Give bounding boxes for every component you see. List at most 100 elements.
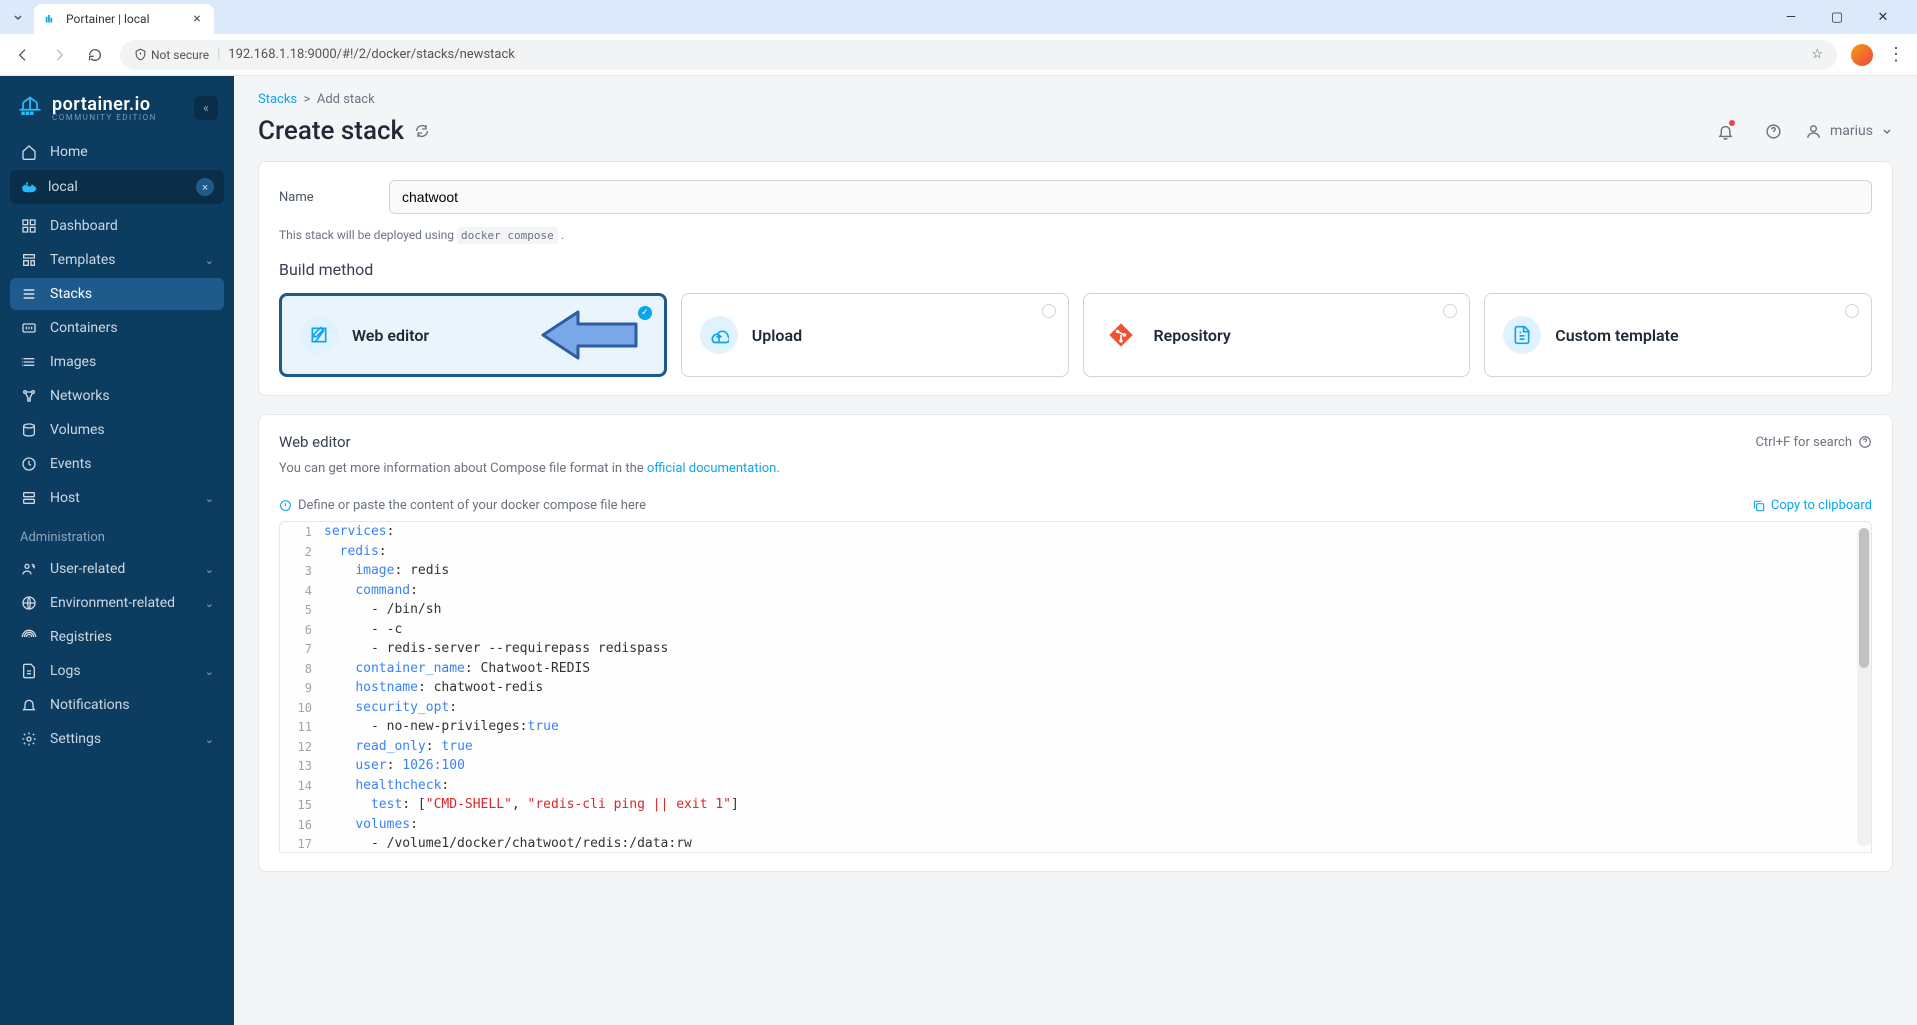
build-option-upload[interactable]: Upload	[681, 293, 1069, 377]
build-option-custom-template[interactable]: Custom template	[1484, 293, 1872, 377]
editor-placeholder-hint: Define or paste the content of your dock…	[279, 498, 646, 513]
sidebar-item-notifications[interactable]: Notifications	[10, 689, 224, 721]
tab-title: Portainer | local	[66, 12, 150, 26]
code-line: 16 volumes:	[280, 815, 1871, 835]
env-icon	[20, 595, 38, 611]
app: portainer.io COMMUNITY EDITION « Home lo…	[0, 76, 1917, 1025]
sidebar-item-label: Home	[50, 144, 88, 160]
sidebar-item-label: Environment-related	[50, 595, 175, 611]
sidebar-item-label: Networks	[50, 388, 110, 404]
back-button[interactable]	[12, 44, 34, 66]
notification-bell-icon[interactable]	[1709, 115, 1741, 147]
sidebar-item-label: Containers	[50, 320, 118, 336]
user-name: marius	[1830, 123, 1873, 139]
sidebar-item-logs[interactable]: Logs⌄	[10, 655, 224, 687]
url-input[interactable]: Not secure | 192.168.1.18:9000/#!/2/dock…	[120, 40, 1837, 70]
sidebar-item-label: Images	[50, 354, 96, 370]
gear-icon	[20, 731, 38, 747]
logo-text: portainer.io	[52, 94, 157, 115]
code-line: 9 hostname: chatwoot-redis	[280, 678, 1871, 698]
kebab-menu-icon[interactable]: ⋮	[1887, 44, 1905, 65]
sidebar-item-networks[interactable]: Networks	[10, 380, 224, 412]
chevron-down-icon	[1881, 125, 1893, 137]
breadcrumb-current: Add stack	[317, 92, 375, 107]
breadcrumb-root[interactable]: Stacks	[258, 92, 297, 107]
sidebar-item-containers[interactable]: Containers	[10, 312, 224, 344]
networks-icon	[20, 388, 38, 404]
sidebar-item-registries[interactable]: Registries	[10, 621, 224, 653]
events-icon	[20, 456, 38, 472]
code-line: 1services:	[280, 522, 1871, 542]
build-option-repository[interactable]: Repository	[1083, 293, 1471, 377]
sidebar-item-templates[interactable]: Templates⌄	[10, 244, 224, 276]
template-icon	[1503, 316, 1541, 354]
help-icon[interactable]	[1757, 115, 1789, 147]
stack-name-input[interactable]	[389, 180, 1872, 214]
chevron-down-icon: ⌄	[205, 597, 214, 610]
templates-icon	[20, 252, 38, 268]
profile-avatar[interactable]	[1851, 44, 1873, 66]
dashboard-icon	[20, 218, 38, 234]
close-window-button[interactable]: ✕	[1869, 10, 1897, 25]
sidebar-item-stacks[interactable]: Stacks	[10, 278, 224, 310]
deploy-hint: This stack will be deployed using docker…	[279, 228, 1872, 242]
sidebar-section-administration: Administration	[10, 516, 224, 553]
sidebar-item-images[interactable]: Images	[10, 346, 224, 378]
sidebar-collapse-button[interactable]: «	[194, 96, 218, 120]
forward-button[interactable]	[48, 44, 70, 66]
browser-tab[interactable]: Portainer | local ×	[34, 4, 214, 34]
sidebar-item-volumes[interactable]: Volumes	[10, 414, 224, 446]
sidebar-item-label: Volumes	[50, 422, 105, 438]
radio-selected-icon: ✓	[638, 306, 652, 320]
editor-scrollbar[interactable]	[1857, 528, 1871, 846]
radio-icon	[1443, 304, 1457, 318]
code-editor[interactable]: 1services:2 redis:3 image: redis4 comman…	[279, 521, 1872, 853]
environment-badge[interactable]: local ×	[10, 170, 224, 204]
sidebar-item-host[interactable]: Host⌄	[10, 482, 224, 514]
stacks-icon	[20, 286, 38, 302]
chevron-down-icon: ⌄	[205, 492, 214, 505]
sidebar-item-user-related[interactable]: User-related ⌄	[10, 553, 224, 585]
close-icon[interactable]: ×	[190, 12, 204, 26]
main-content: Stacks > Add stack Create stack	[234, 76, 1917, 1025]
annotation-arrow-icon	[538, 310, 638, 360]
sidebar-item-settings[interactable]: Settings⌄	[10, 723, 224, 755]
tab-favicon-icon	[44, 12, 58, 26]
sidebar-item-events[interactable]: Events	[10, 448, 224, 480]
user-menu[interactable]: marius	[1805, 123, 1893, 140]
build-option-web-editor[interactable]: Web editor ✓	[279, 293, 667, 377]
build-method-options: Web editor ✓ Upload	[279, 293, 1872, 377]
logo: portainer.io COMMUNITY EDITION «	[10, 90, 224, 136]
minimize-button[interactable]: —	[1777, 10, 1805, 25]
host-icon	[20, 490, 38, 506]
chevron-down-icon: ⌄	[205, 563, 214, 576]
docs-link[interactable]: official documentation	[647, 461, 776, 476]
env-close-icon[interactable]: ×	[196, 178, 214, 196]
maximize-button[interactable]: ▢	[1823, 10, 1851, 25]
reg-icon	[20, 629, 38, 645]
home-icon	[20, 144, 38, 160]
tab-list-dropdown[interactable]	[8, 7, 28, 27]
bookmark-star-icon[interactable]: ☆	[1811, 47, 1823, 62]
containers-icon	[20, 320, 38, 336]
code-line: 11 - no-new-privileges:true	[280, 717, 1871, 737]
chevron-down-icon: ⌄	[205, 254, 214, 267]
page-header: Create stack marius	[258, 115, 1893, 147]
code-line: 15 test: ["CMD-SHELL", "redis-cli ping |…	[280, 795, 1871, 815]
sidebar-item-home[interactable]: Home	[10, 136, 224, 168]
url-text: 192.168.1.18:9000/#!/2/docker/stacks/new…	[228, 47, 515, 62]
sidebar-item-label: User-related	[50, 561, 125, 577]
reload-button[interactable]	[84, 44, 106, 66]
sidebar-item-dashboard[interactable]: Dashboard	[10, 210, 224, 242]
code-line: 2 redis:	[280, 542, 1871, 562]
sidebar-item-environment-related[interactable]: Environment-related ⌄	[10, 587, 224, 619]
code-line: 8 container_name: Chatwoot-REDIS	[280, 659, 1871, 679]
user-icon	[20, 561, 38, 577]
web-editor-icon	[300, 316, 338, 354]
refresh-icon[interactable]	[414, 123, 430, 139]
copy-to-clipboard-button[interactable]: Copy to clipboard	[1752, 498, 1872, 513]
editor-title: Web editor	[279, 433, 351, 451]
stack-form-card: Name This stack will be deployed using d…	[258, 161, 1893, 396]
url-bar: Not secure | 192.168.1.18:9000/#!/2/dock…	[0, 34, 1917, 76]
logo-subtitle: COMMUNITY EDITION	[52, 113, 157, 122]
